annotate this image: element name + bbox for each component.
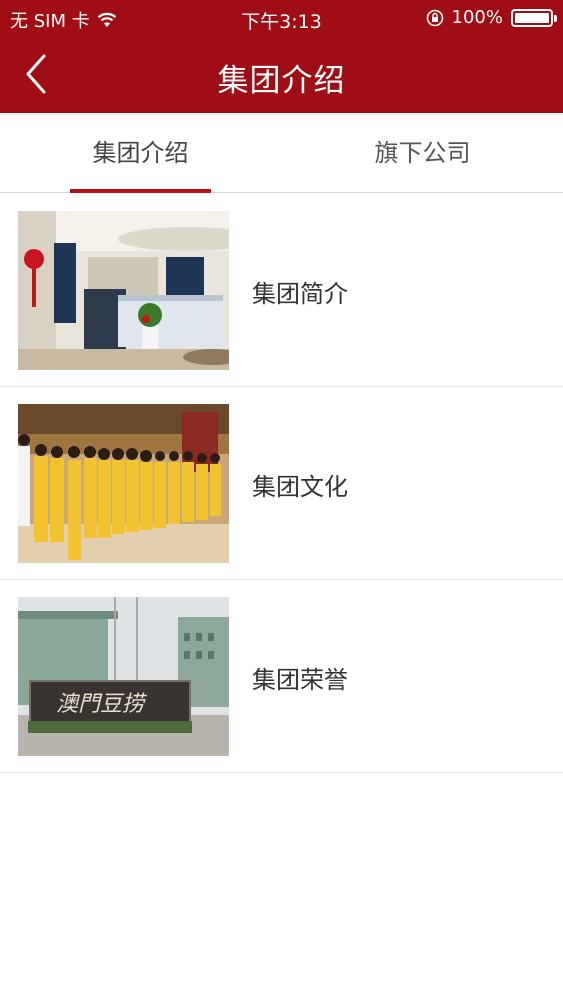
reception-lobby-image <box>18 211 229 370</box>
active-tab-indicator <box>70 189 211 193</box>
intro-list: 集团简介 集团文化 澳門豆捞 集团荣誉 <box>0 194 563 773</box>
rotation-lock-icon <box>426 9 443 26</box>
entrance-sign-text: 澳門豆捞 <box>56 692 147 717</box>
item-label: 集团荣誉 <box>252 666 348 694</box>
navigation-bar: 集团介绍 <box>0 36 563 113</box>
company-entrance-image: 澳門豆捞 <box>18 597 229 756</box>
list-item-group-culture[interactable]: 集团文化 <box>0 387 563 580</box>
tab-bar: 集团介绍 旗下公司 <box>0 113 563 193</box>
page-title: 集团介绍 <box>217 63 346 99</box>
tab-subsidiaries[interactable]: 旗下公司 <box>282 113 563 193</box>
list-item-group-profile[interactable]: 集团简介 <box>0 194 563 387</box>
battery-percent: 100% <box>451 7 503 28</box>
list-item-group-honors[interactable]: 澳門豆捞 集团荣誉 <box>0 580 563 773</box>
staff-lineup-image <box>18 404 229 563</box>
header-bar: 无 SIM 卡 下午3:13 100% 集团介绍 <box>0 0 563 113</box>
battery-icon <box>511 8 557 27</box>
item-label: 集团简介 <box>252 280 348 308</box>
tab-group-intro[interactable]: 集团介绍 <box>0 113 281 193</box>
item-label: 集团文化 <box>252 473 348 501</box>
status-bar: 无 SIM 卡 下午3:13 100% <box>0 0 563 36</box>
